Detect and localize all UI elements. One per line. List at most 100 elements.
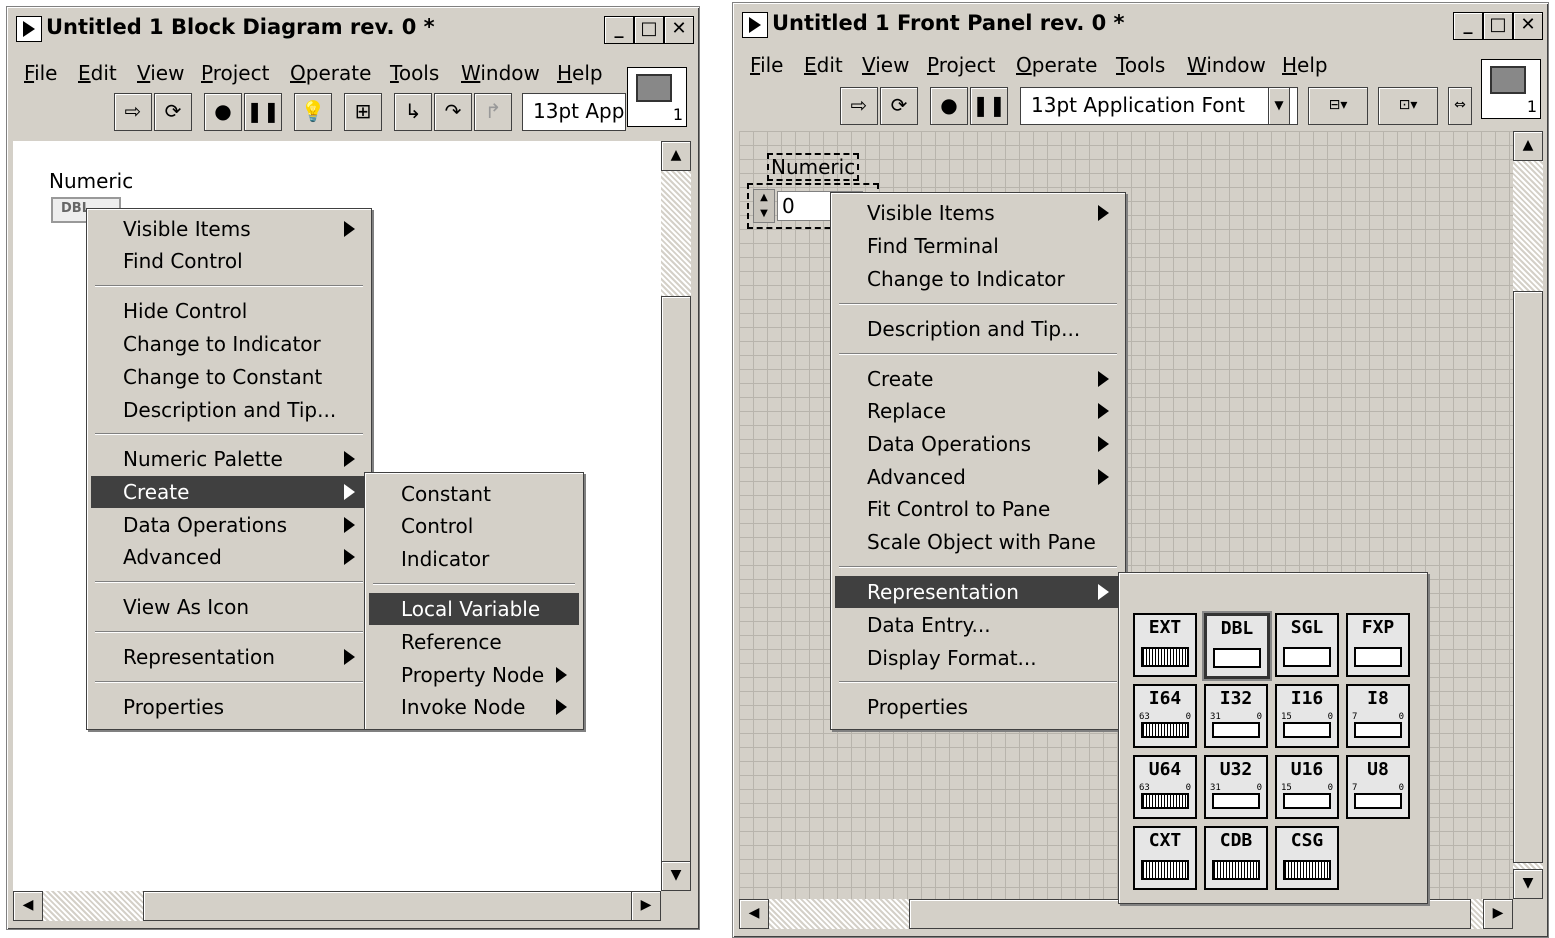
submenu-item-constant[interactable]: Constant	[369, 478, 579, 510]
menu-window[interactable]: Window	[1187, 53, 1266, 77]
menu-item-properties[interactable]: Properties	[91, 691, 367, 723]
menu-project[interactable]: Project	[927, 53, 995, 77]
align-objects-icon[interactable]: ⊟▾	[1308, 87, 1368, 125]
menu-edit[interactable]: Edit	[78, 61, 117, 85]
scroll-right-icon[interactable]: ▶	[631, 891, 661, 921]
pause-icon[interactable]: ❚❚	[970, 87, 1008, 125]
run-arrow-icon[interactable]: ⇨	[114, 93, 152, 131]
block-diagram-titlebar[interactable]: Untitled 1 Block Diagram rev. 0 * _ □ ✕	[10, 10, 696, 46]
submenu-item-property-node[interactable]: Property Node	[369, 659, 579, 691]
menu-item-scale-object-with-pane[interactable]: Scale Object with Pane	[835, 526, 1121, 558]
menu-operate[interactable]: Operate	[290, 61, 371, 85]
scroll-right-icon[interactable]: ▶	[1483, 899, 1513, 929]
run-arrow-icon[interactable]: ⇨	[840, 87, 878, 125]
representation-u16-tile[interactable]: U16 15 0	[1275, 755, 1339, 819]
run-continuous-icon[interactable]: ⟳	[880, 87, 918, 125]
scroll-thumb[interactable]	[661, 296, 691, 868]
menu-view[interactable]: View	[862, 53, 909, 77]
vertical-scrollbar[interactable]: ▲ ▼	[661, 141, 691, 891]
menu-item-numeric-palette[interactable]: Numeric Palette	[91, 443, 367, 475]
abort-icon[interactable]: ●	[204, 93, 242, 131]
vi-icon[interactable]: 1	[627, 67, 687, 127]
menu-project[interactable]: Project	[201, 61, 269, 85]
menu-item-advanced[interactable]: Advanced	[91, 541, 367, 573]
submenu-item-indicator[interactable]: Indicator	[369, 543, 579, 575]
menu-file[interactable]: File	[750, 53, 783, 77]
abort-icon[interactable]: ●	[930, 87, 968, 125]
menu-item-properties[interactable]: Properties	[835, 691, 1121, 723]
menu-item-hide-control[interactable]: Hide Control	[91, 295, 367, 327]
menu-item-change-to-indicator[interactable]: Change to Indicator	[835, 263, 1121, 295]
step-out-icon[interactable]: ↱	[474, 93, 512, 131]
representation-i16-tile[interactable]: I16 15 0	[1275, 684, 1339, 748]
scroll-left-icon[interactable]: ◀	[13, 891, 43, 921]
menu-item-representation[interactable]: Representation	[835, 576, 1121, 608]
submenu-item-invoke-node[interactable]: Invoke Node	[369, 691, 579, 723]
menu-item-change-to-indicator[interactable]: Change to Indicator	[91, 328, 367, 360]
menu-item-representation[interactable]: Representation	[91, 641, 367, 673]
step-into-icon[interactable]: ↳	[394, 93, 432, 131]
submenu-item-control[interactable]: Control	[369, 510, 579, 542]
menu-tools[interactable]: Tools	[390, 61, 439, 85]
menu-help[interactable]: Help	[557, 61, 603, 85]
maximize-button[interactable]: □	[634, 16, 664, 44]
vi-icon[interactable]: 1	[1481, 59, 1541, 119]
representation-i8-tile[interactable]: I8 7 0	[1346, 684, 1410, 748]
representation-u32-tile[interactable]: U32 31 0	[1204, 755, 1268, 819]
representation-i64-tile[interactable]: I64 63 0	[1133, 684, 1197, 748]
close-button[interactable]: ✕	[664, 16, 694, 44]
menu-view[interactable]: View	[137, 61, 184, 85]
representation-cxt-tile[interactable]: CXT	[1133, 826, 1197, 890]
representation-u64-tile[interactable]: U64 63 0	[1133, 755, 1197, 819]
menu-item-replace[interactable]: Replace	[835, 395, 1121, 427]
menu-tools[interactable]: Tools	[1116, 53, 1165, 77]
submenu-item-reference[interactable]: Reference	[369, 626, 579, 658]
font-selector[interactable]: 13pt Application Font	[1020, 87, 1298, 125]
menu-item-create[interactable]: Create	[835, 363, 1121, 395]
menu-item-data-operations[interactable]: Data Operations	[835, 428, 1121, 460]
representation-u8-tile[interactable]: U8 7 0	[1346, 755, 1410, 819]
resize-objects-icon[interactable]: ⇔	[1448, 87, 1472, 125]
font-dropdown-icon[interactable]: ▼	[1268, 87, 1290, 125]
menu-item-visible-items[interactable]: Visible Items	[835, 197, 1121, 229]
representation-fxp-tile[interactable]: FXP	[1346, 613, 1410, 677]
increment-decrement-icon[interactable]: ▲ ▼	[753, 189, 775, 223]
menu-item-create[interactable]: Create	[91, 476, 367, 508]
menu-item-description-and-tip[interactable]: Description and Tip...	[835, 313, 1121, 345]
menu-help[interactable]: Help	[1282, 53, 1328, 77]
menu-item-find-terminal[interactable]: Find Terminal	[835, 230, 1121, 262]
hscroll-thumb[interactable]	[143, 891, 635, 921]
menu-item-fit-control-to-pane[interactable]: Fit Control to Pane	[835, 493, 1121, 525]
scroll-up-icon[interactable]: ▲	[661, 141, 691, 171]
scroll-down-icon[interactable]: ▼	[1513, 869, 1543, 899]
distribute-objects-icon[interactable]: ⊡▾	[1378, 87, 1438, 125]
representation-ext-tile[interactable]: EXT	[1133, 613, 1197, 677]
representation-sgl-tile[interactable]: SGL	[1275, 613, 1339, 677]
numeric-control-label[interactable]: Numeric	[767, 153, 860, 181]
menu-item-data-operations[interactable]: Data Operations	[91, 509, 367, 541]
menu-item-description-and-tip[interactable]: Description and Tip...	[91, 394, 367, 426]
representation-i32-tile[interactable]: I32 31 0	[1204, 684, 1268, 748]
menu-item-display-format[interactable]: Display Format...	[835, 642, 1121, 674]
minimize-button[interactable]: _	[604, 16, 634, 44]
run-continuous-icon[interactable]: ⟳	[154, 93, 192, 131]
scroll-down-icon[interactable]: ▼	[661, 861, 691, 891]
scroll-up-icon[interactable]: ▲	[1513, 131, 1543, 161]
front-panel-titlebar[interactable]: Untitled 1 Front Panel rev. 0 * _ □ ✕	[736, 6, 1545, 42]
pause-icon[interactable]: ❚❚	[244, 93, 282, 131]
highlight-execution-icon[interactable]: 💡	[294, 93, 332, 131]
step-over-icon[interactable]: ↷	[434, 93, 472, 131]
retain-wire-values-icon[interactable]: ⊞	[344, 93, 382, 131]
menu-item-view-as-icon[interactable]: View As Icon	[91, 591, 367, 623]
menu-item-advanced[interactable]: Advanced	[835, 461, 1121, 493]
menu-window[interactable]: Window	[461, 61, 540, 85]
menu-item-visible-items[interactable]: Visible Items	[91, 213, 367, 245]
menu-file[interactable]: File	[24, 61, 57, 85]
representation-csg-tile[interactable]: CSG	[1275, 826, 1339, 890]
menu-operate[interactable]: Operate	[1016, 53, 1097, 77]
vertical-scrollbar[interactable]: ▲ ▼	[1513, 131, 1543, 899]
font-selector[interactable]: 13pt Appli	[522, 93, 626, 131]
scroll-thumb[interactable]	[1513, 291, 1543, 863]
submenu-item-local-variable[interactable]: Local Variable	[369, 593, 579, 625]
representation-dbl-tile[interactable]: DBL	[1204, 613, 1270, 679]
